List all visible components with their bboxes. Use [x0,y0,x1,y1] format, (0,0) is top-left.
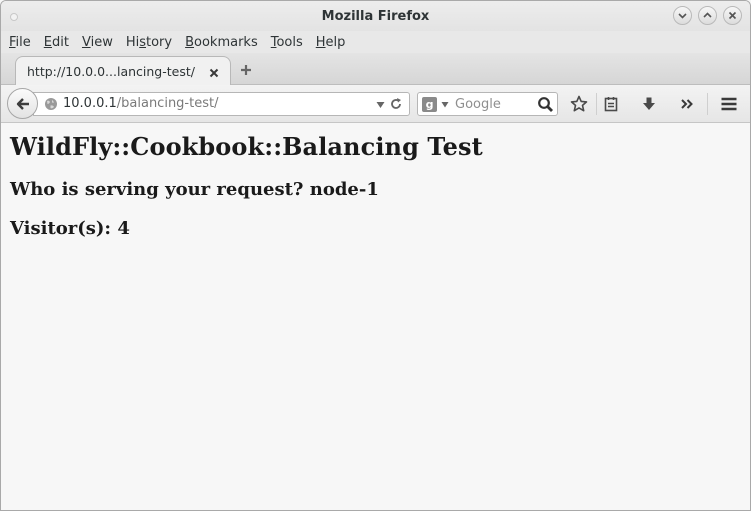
downloads-button[interactable] [639,94,659,114]
close-icon [728,11,737,20]
search-bar[interactable]: g Google [417,92,558,116]
navigation-toolbar: 10.0.0.1/balancing-test/ g Google [1,85,750,123]
menu-bookmarks[interactable]: Bookmarks [185,35,258,50]
magnifier-icon[interactable] [537,96,554,113]
menu-file[interactable]: File [9,35,31,50]
visitor-count-text: Visitor(s): 4 [10,218,130,239]
url-text: 10.0.0.1/balancing-test/ [63,96,218,111]
page-content: WildFly::Cookbook::Balancing Test Who is… [1,124,750,510]
tab-close-button[interactable] [208,64,220,78]
back-button[interactable] [7,88,38,119]
reading-list-button[interactable] [601,94,621,114]
minimize-button[interactable] [673,6,692,25]
dropdown-arrow-icon[interactable] [376,101,385,109]
overflow-button[interactable] [677,94,697,114]
hamburger-menu-icon [721,97,737,111]
title-bar: Mozilla Firefox [1,1,750,31]
serving-node-text: Who is serving your request? node-1 [10,179,379,200]
open-menu-button[interactable] [719,94,739,114]
page-heading: WildFly::Cookbook::Balancing Test [10,132,483,161]
search-input[interactable]: Google [455,97,501,112]
window-title: Mozilla Firefox [321,8,430,24]
minimize-icon [678,13,687,19]
tab-balancing-test[interactable]: http://10.0.0...lancing-test/ [15,56,231,85]
menu-edit[interactable]: Edit [44,35,69,50]
overflow-chevron-icon [681,99,693,109]
menu-history[interactable]: History [126,35,172,50]
tab-strip: http://10.0.0...lancing-test/ [1,53,750,85]
search-engine-icon[interactable]: g [422,97,437,112]
dropdown-arrow-icon[interactable] [441,101,449,108]
url-path: /balancing-test/ [116,96,219,111]
reading-list-icon [604,97,618,112]
toolbar-separator [707,93,708,115]
globe-icon [45,98,57,110]
menu-help[interactable]: Help [316,35,346,50]
reload-icon[interactable] [389,97,403,111]
new-tab-button[interactable] [237,61,255,79]
window-controls [673,6,742,25]
toolbar-separator [596,93,597,115]
tab-close-icon [209,68,219,78]
url-bar[interactable]: 10.0.0.1/balancing-test/ [33,92,410,116]
maximize-icon [703,12,712,18]
url-host: 10.0.0.1 [63,96,117,111]
bookmark-star-button[interactable] [569,94,589,114]
star-icon [570,95,588,112]
maximize-button[interactable] [698,6,717,25]
menu-tools[interactable]: Tools [271,35,303,50]
window-icon [10,13,18,21]
download-icon [643,97,655,110]
tab-label: http://10.0.0...lancing-test/ [27,63,195,79]
close-button[interactable] [723,6,742,25]
menu-bar: File Edit View History Bookmarks Tools H… [1,31,750,53]
back-arrow-icon [16,97,29,110]
menu-view[interactable]: View [82,35,113,50]
new-tab-icon [241,65,251,75]
browser-window: Mozilla Firefox File Edit View History B… [0,0,751,511]
